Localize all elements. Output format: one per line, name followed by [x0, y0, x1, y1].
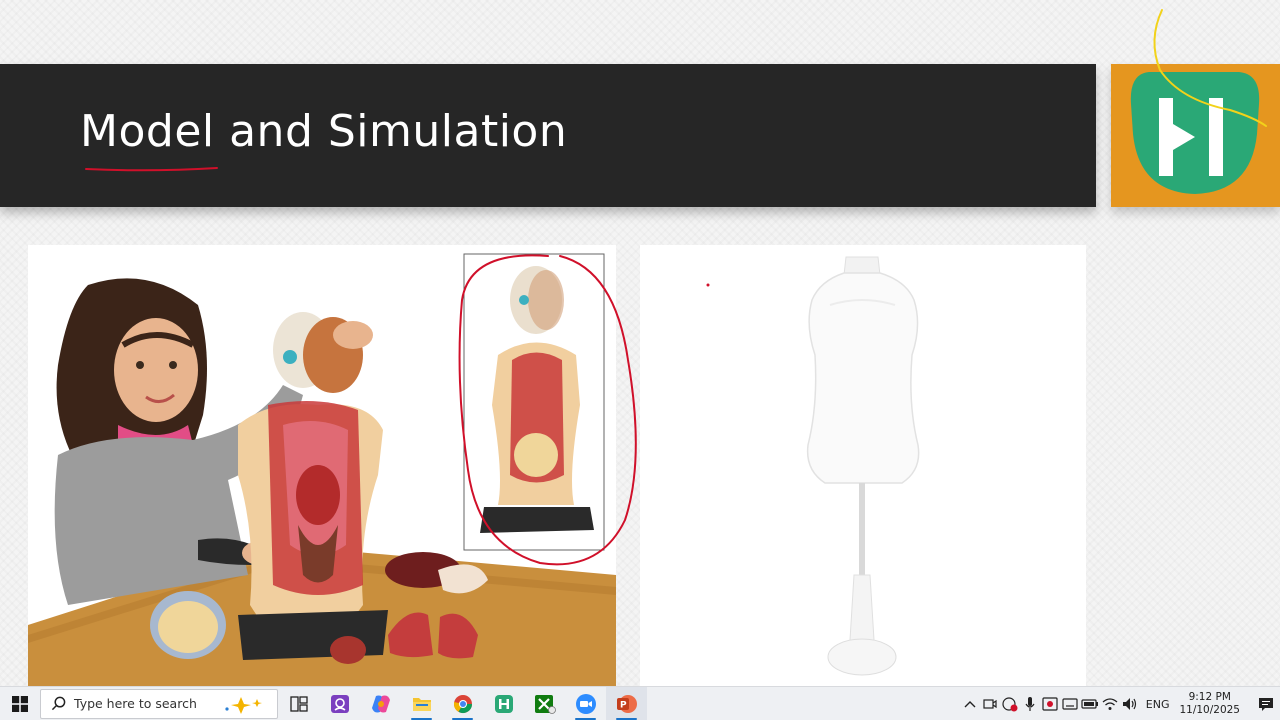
h-app-icon: [494, 694, 513, 713]
active-indicator: [616, 717, 637, 720]
tray-meet-now[interactable]: [980, 687, 1000, 720]
slide: Model and Simulation: [0, 0, 1280, 686]
notifications-button[interactable]: [1252, 687, 1280, 720]
tray-record[interactable]: [1040, 687, 1060, 720]
tray-microphone[interactable]: [1020, 687, 1040, 720]
system-tray: ENG 9:12 PM 11/10/2025: [960, 687, 1280, 720]
search-icon: [51, 696, 66, 711]
microphone-icon: [1025, 697, 1035, 711]
logo-mark-icon: [1130, 72, 1260, 194]
touch-keyboard-icon: [1062, 698, 1078, 710]
wifi-icon: [1102, 698, 1118, 710]
chrome-icon: [453, 694, 472, 713]
camera-icon: [983, 699, 997, 709]
clock-time: 9:12 PM: [1188, 691, 1231, 703]
shield-warning-icon: [1002, 697, 1018, 712]
task-view-icon: [289, 695, 308, 712]
dress-form-image: [640, 245, 1086, 686]
chevron-up-icon: [964, 701, 976, 708]
zoom-icon: [575, 693, 596, 714]
tray-volume[interactable]: [1120, 687, 1140, 720]
clock[interactable]: 9:12 PM 11/10/2025: [1179, 691, 1240, 717]
contacts-app-icon: [330, 694, 349, 713]
taskbar: Type here to search P ENG 9:12 PM 11/10/…: [0, 686, 1280, 720]
sparkle-icon: [225, 696, 262, 714]
search-placeholder: Type here to search: [74, 696, 197, 711]
taskbar-app-file-explorer[interactable]: [401, 687, 442, 720]
notification-icon: [1259, 698, 1273, 711]
tray-security[interactable]: [1000, 687, 1020, 720]
taskbar-app-h[interactable]: [483, 687, 524, 720]
company-logo: [1111, 64, 1280, 207]
svg-text:P: P: [620, 700, 627, 710]
taskbar-app-xbox[interactable]: [524, 687, 565, 720]
tray-battery[interactable]: [1080, 687, 1100, 720]
clock-date: 11/10/2025: [1179, 704, 1240, 716]
xbox-icon: [534, 694, 556, 714]
screen-record-icon: [1042, 697, 1058, 711]
tray-network[interactable]: [1100, 687, 1120, 720]
active-indicator: [452, 717, 473, 720]
task-view-button[interactable]: [278, 687, 319, 720]
taskbar-app-chrome[interactable]: [442, 687, 483, 720]
active-indicator: [575, 717, 596, 720]
windows-icon: [12, 695, 28, 712]
taskbar-app-contacts[interactable]: [319, 687, 360, 720]
active-indicator: [411, 717, 432, 720]
battery-icon: [1081, 699, 1098, 709]
taskbar-search-input[interactable]: Type here to search: [40, 688, 278, 719]
taskbar-app-zoom[interactable]: [565, 687, 606, 720]
input-language[interactable]: ENG: [1146, 698, 1170, 711]
show-hidden-icons-button[interactable]: [960, 687, 980, 720]
folder-icon: [412, 697, 431, 711]
copilot-icon: [371, 695, 390, 712]
powerpoint-icon: P: [616, 694, 637, 713]
speaker-icon: [1122, 698, 1136, 710]
anatomy-model-image: [28, 245, 616, 686]
slide-title: Model and Simulation: [80, 106, 568, 157]
taskbar-app-powerpoint[interactable]: P: [606, 686, 647, 720]
tray-keyboard[interactable]: [1060, 687, 1080, 720]
taskbar-app-copilot[interactable]: [360, 687, 401, 720]
start-button[interactable]: [0, 687, 40, 720]
